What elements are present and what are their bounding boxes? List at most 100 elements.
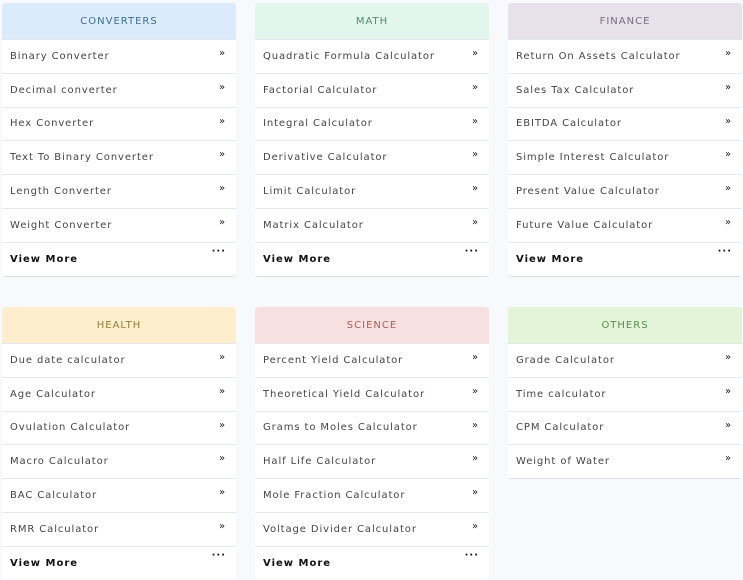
calculator-link[interactable]: Simple Interest Calculator »	[508, 141, 742, 176]
calculator-link-label: Limit Calculator	[263, 186, 357, 198]
double-chevron-right-icon: »	[724, 48, 732, 59]
calculator-link[interactable]: Integral Calculator »	[255, 108, 489, 142]
calculator-link-label: Grams to Moles Calculator	[263, 422, 418, 434]
calculator-link[interactable]: Return On Assets Calculator »	[508, 40, 742, 74]
category-card-science: SCIENCE Percent Yield Calculator» Theoreti…	[255, 307, 489, 580]
calculator-link-label: Integral Calculator	[263, 118, 373, 130]
calculator-link-label: Mole Fraction Calculator	[263, 490, 406, 502]
calculator-link[interactable]: Sales Tax Calculator »	[508, 74, 742, 108]
double-chevron-right-icon: »	[218, 183, 226, 195]
calculator-link-label: Return On Assets Calculator	[516, 50, 681, 62]
view-more-link[interactable]: View More ···	[2, 547, 236, 580]
calculator-link-label: Theoretical Yield Calculator	[263, 388, 426, 400]
view-more-link[interactable]: View More ···	[255, 547, 489, 580]
double-chevron-right-icon: »	[471, 48, 479, 59]
calculator-link[interactable]: Weight Converter »	[2, 209, 236, 243]
category-card-others: OTHERS Grade Calculator» Time calculator» C…	[508, 307, 742, 480]
calculator-link[interactable]: Future Value Calculator »	[508, 209, 742, 243]
double-chevron-right-icon: »	[218, 385, 226, 397]
calculator-link[interactable]: Matrix Calculator »	[255, 209, 489, 243]
calculator-link[interactable]: Percent Yield Calculator »	[255, 344, 489, 378]
calculator-link[interactable]: Derivative Calculator »	[255, 141, 489, 176]
calculator-link[interactable]: Grade Calculator »	[508, 344, 742, 378]
double-chevron-right-icon: »	[471, 149, 479, 161]
double-chevron-right-icon: »	[471, 419, 479, 431]
double-chevron-right-icon: »	[471, 216, 479, 228]
calculator-link[interactable]: Due date calculator »	[2, 344, 236, 378]
double-chevron-right-icon: »	[724, 183, 732, 195]
calculator-link[interactable]: Time calculator »	[508, 378, 742, 412]
calculator-link[interactable]: RMR Calculator »	[2, 513, 236, 547]
calculator-link[interactable]: Weight of Water »	[508, 445, 742, 480]
calculator-link-label: Derivative Calculator	[263, 152, 388, 164]
calculator-link[interactable]: Hex Converter »	[2, 108, 236, 142]
calculator-link[interactable]: Length Converter »	[2, 175, 236, 209]
double-chevron-right-icon: »	[471, 352, 479, 363]
double-chevron-right-icon: »	[724, 216, 732, 228]
ellipsis-icon: ···	[464, 245, 479, 257]
calculator-link[interactable]: Binary Converter »	[2, 40, 236, 74]
view-more-link[interactable]: View More ···	[2, 243, 236, 277]
calculator-link-label: Time calculator	[516, 388, 607, 400]
double-chevron-right-icon: »	[471, 520, 479, 532]
view-more-label: View More	[263, 253, 332, 265]
calculator-link[interactable]: Half Life Calculator »	[255, 445, 489, 480]
category-card-math: MATH Quadratic Formula Calculator» Factori…	[255, 3, 489, 277]
calculator-link-label: EBITDA Calculator	[516, 118, 622, 130]
category-header: OTHERS	[508, 307, 742, 344]
double-chevron-right-icon: »	[471, 183, 479, 195]
calculator-link[interactable]: Voltage Divider Calculator »	[255, 513, 489, 547]
category-card-finance: FINANCE Return On Assets Calculator» Sales…	[508, 3, 742, 277]
double-chevron-right-icon: »	[724, 115, 732, 127]
calculator-link-label: Decimal converter	[10, 84, 118, 96]
double-chevron-right-icon: »	[471, 487, 479, 499]
double-chevron-right-icon: »	[471, 115, 479, 127]
calculator-link[interactable]: Factorial Calculator »	[255, 74, 489, 108]
calculator-link-label: Sales Tax Calculator	[516, 84, 635, 96]
calculator-link[interactable]: Grams to Moles Calculator »	[255, 412, 489, 446]
calculator-link[interactable]: Quadratic Formula Calculator »	[255, 40, 489, 74]
calculator-link[interactable]: EBITDA Calculator »	[508, 108, 742, 142]
calculator-link[interactable]: Limit Calculator »	[255, 175, 489, 209]
ellipsis-icon: ···	[717, 245, 732, 257]
view-more-link[interactable]: View More ···	[508, 243, 742, 277]
calculator-link-label: Weight of Water	[516, 456, 610, 468]
calculator-link-label: Half Life Calculator	[263, 456, 377, 468]
double-chevron-right-icon: »	[218, 115, 226, 127]
double-chevron-right-icon: »	[724, 149, 732, 161]
double-chevron-right-icon: »	[218, 149, 226, 161]
calculator-link-label: Present Value Calculator	[516, 186, 660, 198]
double-chevron-right-icon: »	[218, 487, 226, 499]
calculator-link-label: RMR Calculator	[10, 523, 100, 535]
calculator-link[interactable]: BAC Calculator »	[2, 479, 236, 513]
calculator-link[interactable]: Decimal converter »	[2, 74, 236, 108]
calculator-link-label: Quadratic Formula Calculator	[263, 50, 435, 62]
calculator-link-label: Ovulation Calculator	[10, 422, 131, 434]
calculator-link-label: Voltage Divider Calculator	[263, 523, 417, 535]
calculator-link-label: Grade Calculator	[516, 354, 615, 366]
double-chevron-right-icon: »	[724, 81, 732, 93]
category-header: HEALTH	[2, 307, 236, 344]
calculator-link[interactable]: CPM Calculator »	[508, 412, 742, 446]
calculator-link[interactable]: Theoretical Yield Calculator »	[255, 378, 489, 412]
calculator-link-label: BAC Calculator	[10, 490, 98, 502]
calculator-link[interactable]: Age Calculator »	[2, 378, 236, 412]
ellipsis-icon: ···	[464, 549, 479, 561]
double-chevron-right-icon: »	[218, 48, 226, 59]
calculator-link[interactable]: Ovulation Calculator »	[2, 412, 236, 446]
double-chevron-right-icon: »	[218, 419, 226, 431]
calculator-link-label: Due date calculator	[10, 354, 126, 366]
view-more-link[interactable]: View More ···	[255, 243, 489, 277]
calculator-link-label: Text To Binary Converter	[10, 152, 154, 164]
double-chevron-right-icon: »	[218, 453, 226, 465]
calculator-link-label: Length Converter	[10, 186, 112, 198]
calculator-link[interactable]: Text To Binary Converter »	[2, 141, 236, 176]
calculator-link[interactable]: Present Value Calculator »	[508, 175, 742, 209]
calculator-link-label: Binary Converter	[10, 50, 110, 62]
double-chevron-right-icon: »	[471, 453, 479, 465]
category-header: FINANCE	[508, 3, 742, 40]
calculator-link[interactable]: Macro Calculator »	[2, 445, 236, 480]
calculator-link[interactable]: Mole Fraction Calculator »	[255, 479, 489, 513]
view-more-label: View More	[10, 253, 79, 265]
double-chevron-right-icon: »	[218, 216, 226, 228]
